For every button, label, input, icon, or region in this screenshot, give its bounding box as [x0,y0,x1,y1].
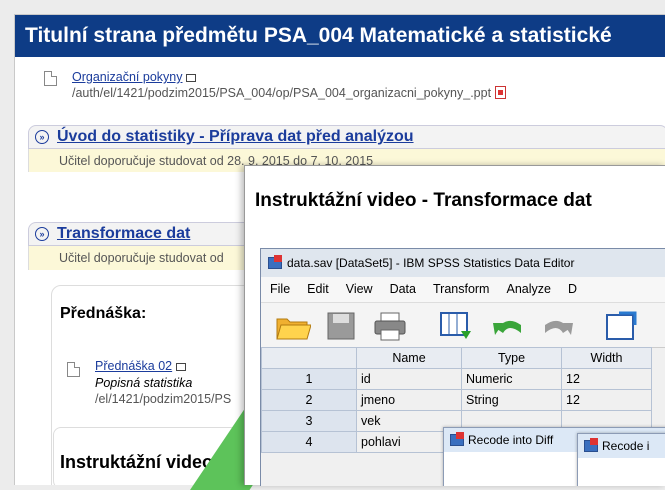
save-icon[interactable] [326,311,356,341]
spss-app-icon [450,432,464,446]
menu-file[interactable]: File [270,282,290,296]
cell-width[interactable]: 12 [561,389,652,411]
corner-cell [261,347,357,369]
column-header-name[interactable]: Name [356,347,462,369]
window-icon[interactable] [186,74,197,82]
row-number[interactable]: 1 [261,368,357,390]
menu-transform[interactable]: Transform [433,282,490,296]
doc-path-row: /auth/el/1421/podzim2015/PSA_004/op/PSA_… [72,86,507,100]
window-icon[interactable] [176,363,187,371]
goto-case-icon[interactable] [605,311,639,341]
redo-icon[interactable] [541,311,575,341]
data-view-icon[interactable] [439,311,473,341]
expand-icon[interactable]: » [35,227,49,241]
lecture-description: Popisná statistika [95,376,193,390]
spss-window-title: data.sav [DataSet5] - IBM SPSS Statistic… [287,256,575,270]
recode-dialog-2-titlebar[interactable]: Recode i [578,434,665,458]
file-icon[interactable] [495,86,507,99]
section-transformace-note: Učitel doporučuje studovat od [59,251,224,265]
column-header-type[interactable]: Type [461,347,562,369]
menu-edit[interactable]: Edit [307,282,329,296]
table-row[interactable]: 2 jmeno String 12 [261,389,652,411]
spss-toolbar [261,303,665,348]
zoomed-video-panel: Instruktážní video - Transformace dat da… [244,165,665,486]
menu-more[interactable]: D [568,282,577,296]
cell-type[interactable]: Numeric [461,368,562,390]
menu-data[interactable]: Data [390,282,416,296]
row-number[interactable]: 2 [261,389,357,411]
section-transformace-title[interactable]: Transformace dat [57,225,190,242]
lecture-link-row: Přednáška 02 [95,359,187,373]
section-uvod-title[interactable]: Úvod do statistiky - Příprava dat před a… [57,128,414,145]
recode-dialog-2-title: Recode i [602,439,650,453]
row-number[interactable]: 3 [261,410,357,432]
video-title: Instruktážní video - Transformace dat [255,190,592,211]
spss-app-icon [268,255,282,269]
recode-dialog-1-title: Recode into Diff [468,433,554,447]
spss-titlebar: data.sav [DataSet5] - IBM SPSS Statistic… [261,249,665,277]
lecture-path: /el/1421/podzim2015/PS [95,392,232,406]
cell-type[interactable]: String [461,389,562,411]
video-heading: Instruktážní video - [60,452,225,472]
recode-dialog-2[interactable]: Recode i [577,433,665,486]
undo-icon[interactable] [491,311,525,341]
menu-view[interactable]: View [346,282,373,296]
column-header-width[interactable]: Width [561,347,652,369]
page-title: Titulní strana předmětu PSA_004 Matemati… [25,24,612,47]
cell-name[interactable]: jmeno [356,389,462,411]
lecture-subhead: Přednáška: [60,305,147,322]
expand-icon[interactable]: » [35,130,49,144]
document-icon [44,71,57,86]
table-row[interactable]: 1 id Numeric 12 [261,368,652,390]
spss-app-icon [584,438,598,452]
organizacni-pokyny-link[interactable]: Organizační pokyny [72,70,182,84]
row-number[interactable]: 4 [261,431,357,453]
open-folder-icon[interactable] [275,311,311,341]
print-icon[interactable] [373,311,407,341]
prednaska-02-link[interactable]: Přednáška 02 [95,359,172,373]
doc-link-row: Organizační pokyny [72,70,197,84]
page-header: Titulní strana předmětu PSA_004 Matemati… [15,15,665,57]
section-uvod-title-wrap: Úvod do statistiky - Příprava dat před a… [57,128,414,146]
document-icon [67,362,80,377]
doc-path: /auth/el/1421/podzim2015/PSA_004/op/PSA_… [72,86,492,100]
spss-data-editor-window: data.sav [DataSet5] - IBM SPSS Statistic… [260,248,665,486]
section-transformace-title-wrap: Transformace dat [57,225,190,243]
grid-header-row: Name Type Width [261,347,652,369]
spss-menubar: File Edit View Data Transform Analyze D [261,277,665,303]
cell-name[interactable]: id [356,368,462,390]
menu-analyze[interactable]: Analyze [506,282,550,296]
cell-width[interactable]: 12 [561,368,652,390]
